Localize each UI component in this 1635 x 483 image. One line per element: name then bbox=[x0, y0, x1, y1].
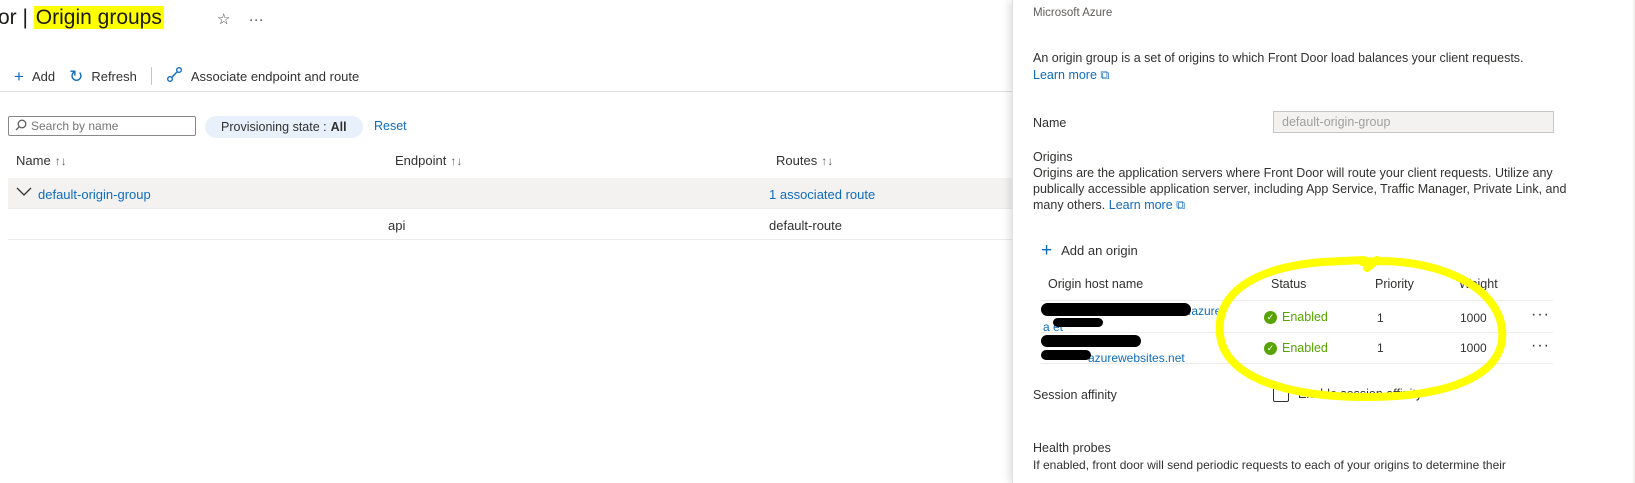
sort-icon: ↑↓ bbox=[821, 154, 834, 168]
origins-description: Origins are the application servers wher… bbox=[1033, 165, 1573, 213]
search-box[interactable] bbox=[8, 116, 196, 136]
origin-groups-blade: or | Origin groups ☆ ··· + Add ↻ Refresh… bbox=[0, 0, 1062, 483]
provisioning-state-filter[interactable]: Provisioning state : All bbox=[205, 116, 363, 138]
origin-status: ✓ Enabled bbox=[1264, 341, 1328, 355]
origin-row-divider bbox=[1041, 363, 1553, 364]
chevron-down-icon[interactable] bbox=[16, 184, 32, 200]
associate-endpoint-route-button[interactable]: Associate endpoint and route bbox=[166, 66, 359, 86]
panel-description-text: An origin group is a set of origins to w… bbox=[1033, 51, 1524, 65]
panel-description: An origin group is a set of origins to w… bbox=[1033, 50, 1573, 84]
sort-icon: ↑↓ bbox=[450, 154, 463, 168]
add-button[interactable]: + Add bbox=[14, 68, 55, 85]
toolbar-divider bbox=[0, 91, 1062, 92]
row-divider bbox=[8, 239, 1062, 240]
origins-header-divider bbox=[1041, 300, 1553, 301]
health-probes-label: Health probes bbox=[1033, 441, 1111, 455]
plus-icon: + bbox=[14, 66, 24, 86]
row-more-icon[interactable]: ··· bbox=[1531, 306, 1550, 324]
search-icon bbox=[15, 119, 27, 134]
column-header-routes[interactable]: Routes ↑↓ bbox=[776, 153, 833, 168]
panel-subtitle: Microsoft Azure bbox=[1033, 7, 1113, 19]
toolbar-separator bbox=[150, 67, 152, 85]
sort-icon: ↑↓ bbox=[54, 154, 67, 168]
favorite-star-icon[interactable]: ☆ bbox=[217, 11, 230, 28]
learn-more-label: Learn more bbox=[1033, 68, 1097, 82]
refresh-button[interactable]: ↻ Refresh bbox=[69, 68, 137, 85]
command-bar: + Add ↻ Refresh Associate endpoint and r… bbox=[14, 66, 373, 86]
link-icon bbox=[166, 66, 183, 86]
table-row-group[interactable] bbox=[8, 178, 1062, 208]
origin-priority: 1 bbox=[1377, 341, 1384, 355]
origin-column-weight: Weight bbox=[1459, 277, 1498, 291]
origin-group-panel: Microsoft Azure An origin group is a set… bbox=[1012, 0, 1635, 483]
associated-route-link[interactable]: 1 associated route bbox=[769, 187, 875, 202]
title-actions: ☆ ··· bbox=[217, 10, 278, 28]
more-options-icon[interactable]: ··· bbox=[249, 11, 264, 28]
provisioning-filter-value: All bbox=[330, 120, 347, 134]
endpoint-cell: api bbox=[388, 218, 406, 233]
check-circle-icon: ✓ bbox=[1264, 310, 1277, 324]
route-cell: default-route bbox=[769, 218, 842, 233]
page-title-prefix: or | bbox=[0, 6, 34, 29]
associate-button-label: Associate endpoint and route bbox=[190, 68, 360, 84]
reset-filters-link[interactable]: Reset bbox=[374, 119, 407, 133]
origin-host-link[interactable]: .azure- bbox=[1188, 304, 1225, 318]
origin-row-divider bbox=[1041, 332, 1553, 333]
column-header-name-label: Name bbox=[16, 153, 51, 168]
origin-priority: 1 bbox=[1377, 311, 1384, 325]
session-affinity-checkbox[interactable] bbox=[1273, 386, 1289, 402]
refresh-icon: ↻ bbox=[69, 66, 84, 86]
session-affinity-checkbox-label[interactable]: Enable session affinity bbox=[1298, 387, 1422, 401]
redaction-mark bbox=[1053, 318, 1103, 327]
column-header-endpoint[interactable]: Endpoint ↑↓ bbox=[395, 153, 462, 168]
origin-status-label: Enabled bbox=[1282, 341, 1328, 355]
redaction-mark bbox=[1041, 303, 1191, 316]
redaction-mark bbox=[1041, 335, 1141, 347]
page-title-highlight: Origin groups bbox=[33, 6, 164, 29]
origin-status-label: Enabled bbox=[1282, 310, 1328, 324]
origin-column-host: Origin host name bbox=[1048, 277, 1144, 291]
redaction-mark bbox=[1041, 350, 1091, 360]
health-probes-description: If enabled, front door will send periodi… bbox=[1033, 458, 1506, 472]
provisioning-filter-label: Provisioning state : bbox=[221, 120, 327, 134]
session-affinity-label: Session affinity bbox=[1033, 388, 1117, 402]
row-divider bbox=[8, 208, 1062, 209]
origin-group-name-link[interactable]: default-origin-group bbox=[38, 187, 151, 202]
search-input[interactable] bbox=[31, 119, 181, 133]
origins-heading: Origins bbox=[1033, 150, 1073, 164]
external-link-icon: ⧉ bbox=[1176, 198, 1186, 212]
page-title: or | Origin groups bbox=[0, 6, 164, 30]
plus-icon: + bbox=[1041, 240, 1053, 261]
origin-column-status: Status bbox=[1271, 277, 1307, 291]
name-label: Name bbox=[1033, 116, 1067, 130]
origin-weight: 1000 bbox=[1460, 341, 1487, 355]
column-header-endpoint-label: Endpoint bbox=[395, 153, 447, 168]
origins-learn-more-label: Learn more bbox=[1108, 198, 1173, 212]
refresh-button-label: Refresh bbox=[91, 68, 137, 84]
add-origin-button[interactable]: + Add an origin bbox=[1041, 241, 1138, 260]
origins-learn-more-link[interactable]: Learn more ⧉ bbox=[1109, 198, 1185, 212]
name-field: default-origin-group bbox=[1273, 111, 1554, 133]
check-circle-icon: ✓ bbox=[1264, 341, 1277, 355]
row-more-icon[interactable]: ··· bbox=[1531, 337, 1550, 355]
column-header-name[interactable]: Name ↑↓ bbox=[16, 153, 67, 168]
origin-weight: 1000 bbox=[1460, 311, 1487, 325]
add-origin-label: Add an origin bbox=[1061, 243, 1138, 258]
origin-column-priority: Priority bbox=[1375, 277, 1414, 291]
learn-more-link[interactable]: Learn more ⧉ bbox=[1033, 68, 1109, 82]
external-link-icon: ⧉ bbox=[1100, 68, 1110, 82]
origin-status: ✓ Enabled bbox=[1264, 310, 1328, 324]
column-header-routes-label: Routes bbox=[776, 153, 818, 168]
add-button-label: Add bbox=[31, 68, 56, 84]
